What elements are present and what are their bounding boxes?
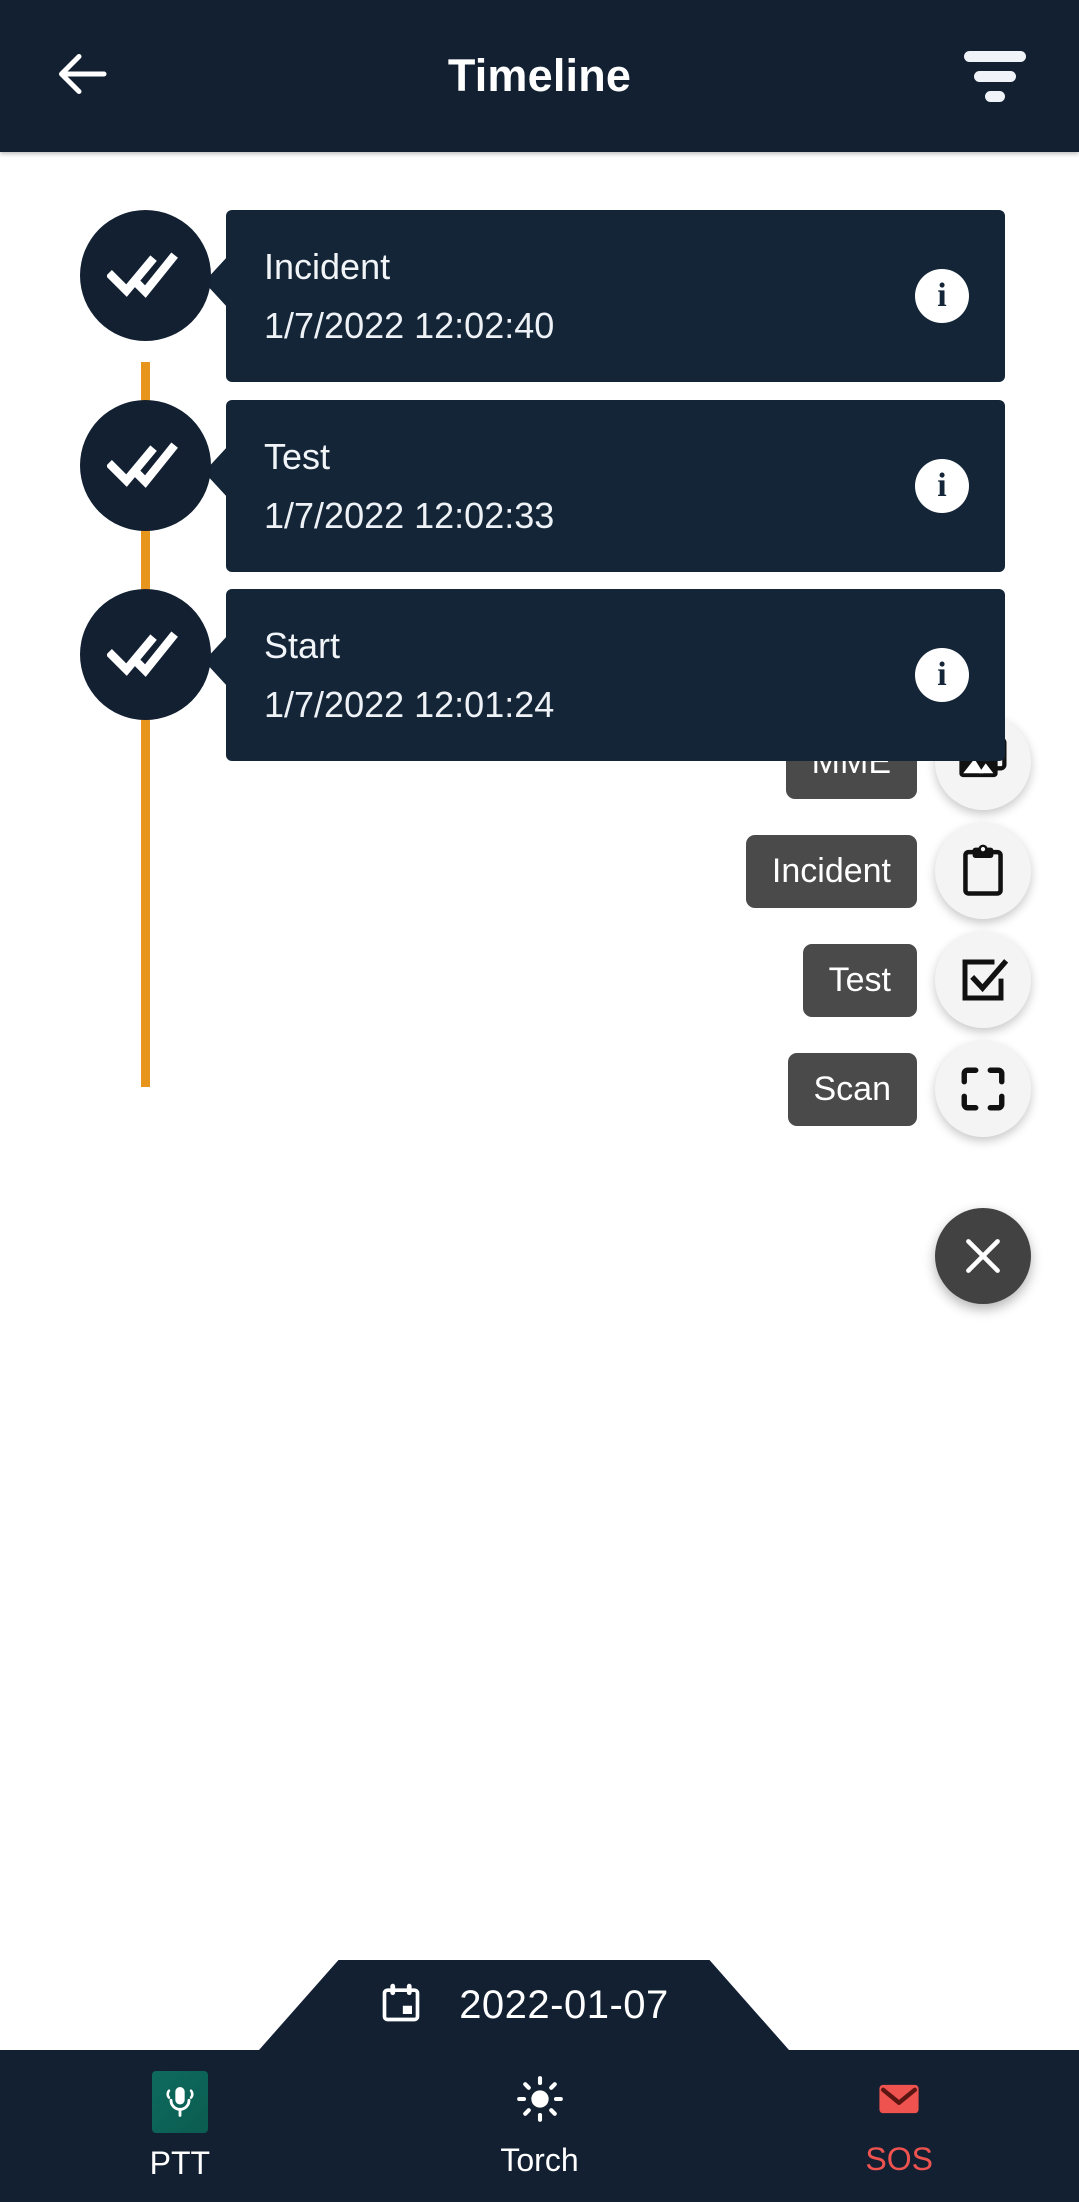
double-check-icon <box>106 442 178 488</box>
timeline-card[interactable]: Test 1/7/2022 12:02:33 i <box>204 400 1005 572</box>
speed-dial-label: Incident <box>745 834 917 908</box>
event-info-button[interactable]: i <box>915 648 969 702</box>
timeline-row: Test 1/7/2022 12:02:33 i <box>0 400 1079 586</box>
scan-frame-icon <box>961 1067 1005 1111</box>
app-bar: Timeline <box>0 0 1079 152</box>
speed-dial-button-test[interactable] <box>935 932 1031 1028</box>
timeline-marker[interactable] <box>80 400 211 531</box>
timeline-row: Incident 1/7/2022 12:02:40 i <box>0 210 1079 396</box>
selected-date: 2022-01-07 <box>459 1982 669 2027</box>
filter-button[interactable] <box>959 40 1031 112</box>
timeline-marker[interactable] <box>80 589 211 720</box>
nav-item-torch[interactable]: Torch <box>360 2073 720 2179</box>
speed-dial-button-incident[interactable] <box>935 823 1031 919</box>
close-icon <box>966 1239 1000 1273</box>
filter-icon-bar-3 <box>985 90 1005 102</box>
speed-dial-item-incident[interactable]: Incident <box>745 823 1031 919</box>
double-check-icon <box>106 252 178 298</box>
date-bar: 2022-01-07 <box>0 1960 1079 2050</box>
nav-label-ptt: PTT <box>149 2144 211 2181</box>
checkbox-checked-icon <box>962 959 1009 1001</box>
filter-icon-bar-2 <box>974 70 1016 82</box>
brightness-icon <box>514 2073 566 2130</box>
timeline-card[interactable]: Start 1/7/2022 12:01:24 i <box>204 589 1005 761</box>
event-timestamp: 1/7/2022 12:02:33 <box>264 495 555 536</box>
event-info-button[interactable]: i <box>915 459 969 513</box>
nav-item-sos[interactable]: SOS <box>719 2074 1079 2178</box>
event-info-button[interactable]: i <box>915 269 969 323</box>
double-check-icon <box>106 631 178 677</box>
timeline-screen: Timeline Incident 1/7/2022 12:02:40 i Te… <box>0 0 1079 2202</box>
speed-dial-item-test[interactable]: Test <box>802 932 1031 1028</box>
event-title: Test <box>264 436 331 477</box>
nav-label-torch: Torch <box>500 2142 579 2178</box>
speed-dial-toggle-button[interactable] <box>935 1208 1031 1304</box>
nav-item-ptt[interactable]: PTT <box>0 2070 360 2182</box>
event-timestamp: 1/7/2022 12:02:40 <box>264 305 555 346</box>
date-selector[interactable]: 2022-01-07 <box>259 1960 789 2050</box>
microphone-icon <box>151 2070 208 2133</box>
timeline-marker[interactable] <box>80 210 211 341</box>
bottom-navigation: PTT Torch SOS <box>0 2050 1079 2202</box>
event-timestamp: 1/7/2022 12:01:24 <box>264 684 555 725</box>
event-title: Incident <box>264 246 391 287</box>
speed-dial-label: Test <box>802 943 917 1017</box>
timeline-row: Start 1/7/2022 12:01:24 i <box>0 589 1079 775</box>
event-title: Start <box>264 625 341 666</box>
arrow-left-icon <box>54 44 114 109</box>
nav-label-sos: SOS <box>865 2141 933 2177</box>
envelope-icon-svg <box>879 2084 919 2114</box>
speed-dial-label: Scan <box>787 1052 917 1126</box>
speed-dial-item-scan[interactable]: Scan <box>787 1041 1031 1137</box>
speed-dial-button-scan[interactable] <box>935 1041 1031 1137</box>
filter-icon <box>964 50 1026 62</box>
timeline-card[interactable]: Incident 1/7/2022 12:02:40 i <box>204 210 1005 382</box>
calendar-icon <box>379 1981 423 2030</box>
page-title: Timeline <box>447 50 632 101</box>
timeline-list: Incident 1/7/2022 12:02:40 i Test 1/7/20… <box>0 152 1079 1902</box>
envelope-icon <box>874 2074 924 2129</box>
clipboard-icon <box>963 844 1003 896</box>
back-button[interactable] <box>48 40 120 112</box>
